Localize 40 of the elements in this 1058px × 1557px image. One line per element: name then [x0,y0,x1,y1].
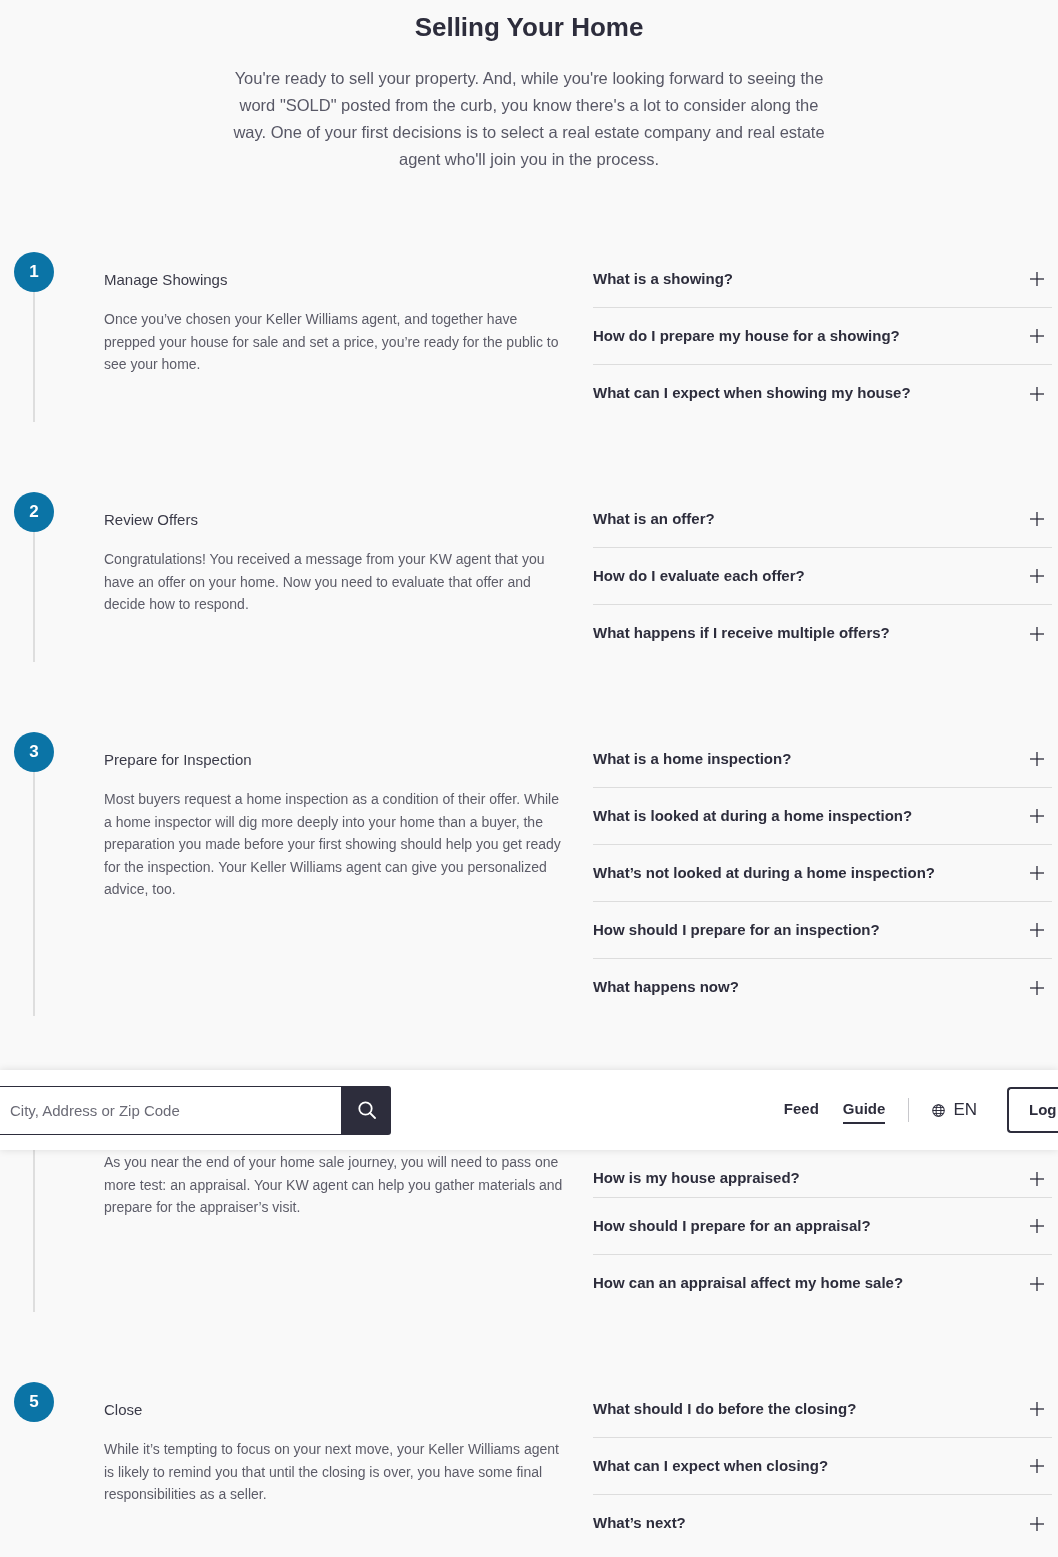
step-title: Manage Showings [104,270,229,290]
faq-question[interactable]: How is my house appraised? [593,1150,1052,1198]
faq-question[interactable]: What’s not looked at during a home inspection? [593,845,1052,902]
step-description: Congratulations! You received a message from your KW agent that you have an offer on your home. Now you need to evaluate that offer and decide how to respond. [104,550,546,614]
intro-paragraph: You're ready to sell your property. And, while you're looking forward to seeing the word "SOLD" posted from the curb, you know there's a lot to consider along the way. One of your first decisions is to select a real estate company and real estate agent who'll join you in the process. [232,68,826,170]
step-number-badge: 3 [14,732,54,772]
faq-question[interactable]: What can I expect when closing? [593,1438,1052,1495]
nav-tab[interactable]: Feed [783,1095,819,1125]
step-title: Review Offers [104,510,199,530]
faq-question[interactable]: How should I prepare for an inspection? [593,902,1052,959]
page-title: Selling Your Home [413,11,645,44]
faq-question[interactable]: What is looked at during a home inspection? [593,788,1052,845]
faq-question[interactable]: What happens if I receive multiple offers? [593,605,1052,662]
search-icon [357,1101,376,1119]
globe-icon [932,1103,946,1117]
faq-question[interactable]: What can I expect when showing my house? [593,365,1052,422]
search-field[interactable]: City, Address or Zip Code [0,1085,342,1135]
faq-question[interactable]: How do I prepare my house for a showing? [593,308,1052,365]
step-number-badge: 5 [14,1382,54,1422]
faq-question[interactable]: How can an appraisal affect my home sale? [593,1255,1052,1312]
faq-question[interactable]: How do I evaluate each offer? [593,548,1052,605]
step-description: As you near the end of your home sale journey, you will need to pass one more test: an appraisal. Your KW agent can help you gather materials and prepare for the appraiser’s visit. [104,1153,564,1217]
faq-question[interactable]: What should I do before the closing? [593,1381,1052,1438]
faq-question[interactable]: What happens now? [593,959,1052,1016]
step-description: Once you’ve chosen your Keller Williams agent, and together have prepped your house for sale and set a price, you’re ready for the public to see your home. [104,310,560,374]
faq-question[interactable]: What’s next? [593,1495,1052,1552]
step-number-badge: 1 [14,252,54,292]
step-title: Prepare for Inspection [104,750,253,770]
faq-question[interactable]: What is a showing? [593,251,1052,308]
login-button[interactable]: Log [1007,1087,1058,1133]
step-description: Most buyers request a home inspection as a condition of their offer. While a home inspector will dig more deeply into your home than a buyer, the preparation you made before your first showing should help you get ready for the inspection. Your Keller Williams agent can give you personalized advice, too. [104,790,562,899]
search-button[interactable] [342,1085,391,1135]
nav-tab[interactable]: Guide [842,1095,886,1125]
faq-question[interactable]: How should I prepare for an appraisal? [593,1198,1052,1255]
step-title: Close [104,1400,144,1420]
step-description: While it’s tempting to focus on your next move, your Keller Williams agent is likely to remind you that until the closing is over, you have some final responsibilities as a seller. [104,1440,560,1504]
faq-question[interactable]: What is a home inspection? [593,731,1052,788]
step-number-badge: 2 [14,492,54,532]
language-button[interactable]: EN [932,1097,977,1123]
faq-question[interactable]: What is an offer? [593,491,1052,548]
